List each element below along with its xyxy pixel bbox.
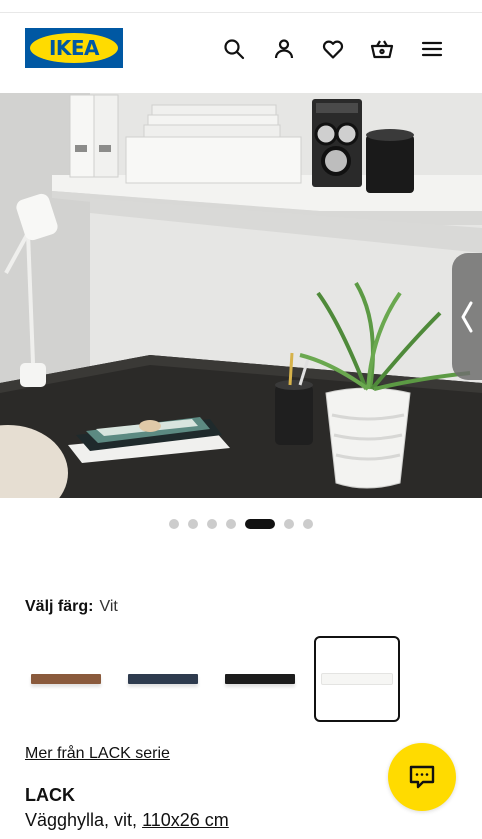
color-label-key: Välj färg: (25, 598, 94, 615)
search-icon[interactable] (220, 35, 248, 63)
gallery-dot[interactable] (303, 519, 313, 529)
user-icon[interactable] (270, 35, 298, 63)
swatch-bar (31, 674, 101, 684)
ikea-logo[interactable]: IKEA (25, 28, 123, 68)
gallery-dot[interactable] (284, 519, 294, 529)
gallery-next-button[interactable] (452, 253, 482, 380)
swatch-bar (128, 674, 198, 684)
heart-icon[interactable] (319, 35, 347, 63)
gallery-pagination (0, 518, 482, 530)
color-swatch-black[interactable] (217, 636, 303, 722)
color-swatch-blue[interactable] (120, 636, 206, 722)
swatch-bar (322, 674, 392, 684)
selected-color-value: Vit (99, 598, 118, 615)
logo-oval: IKEA (30, 33, 118, 63)
gallery-dot[interactable] (188, 519, 198, 529)
chat-button[interactable] (388, 743, 456, 811)
product-photo (0, 93, 482, 498)
menu-icon[interactable] (418, 35, 446, 63)
gallery-dot-active[interactable] (245, 519, 275, 529)
series-link[interactable]: Mer från LACK serie (25, 743, 170, 765)
chat-icon (409, 765, 435, 789)
gallery-dot[interactable] (207, 519, 217, 529)
site-header: IKEA (0, 13, 482, 93)
product-size-link[interactable]: 110x26 cm (142, 810, 229, 830)
product-type: Vägghylla, vit, (25, 810, 138, 830)
product-name: LACK (25, 785, 75, 805)
product-description: Vägghylla, vit, 110x26 cm (25, 808, 229, 832)
gallery-dot[interactable] (226, 519, 236, 529)
basket-icon[interactable] (368, 35, 396, 63)
gallery-dot[interactable] (169, 519, 179, 529)
color-swatch-white[interactable] (314, 636, 400, 722)
color-swatch-brown[interactable] (23, 636, 109, 722)
chevron-right-icon (461, 301, 473, 332)
color-picker-label: Välj färg: Vit (25, 597, 118, 617)
swatch-bar (225, 674, 295, 684)
product-image-gallery[interactable] (0, 93, 482, 498)
logo-text: IKEA (48, 36, 100, 60)
